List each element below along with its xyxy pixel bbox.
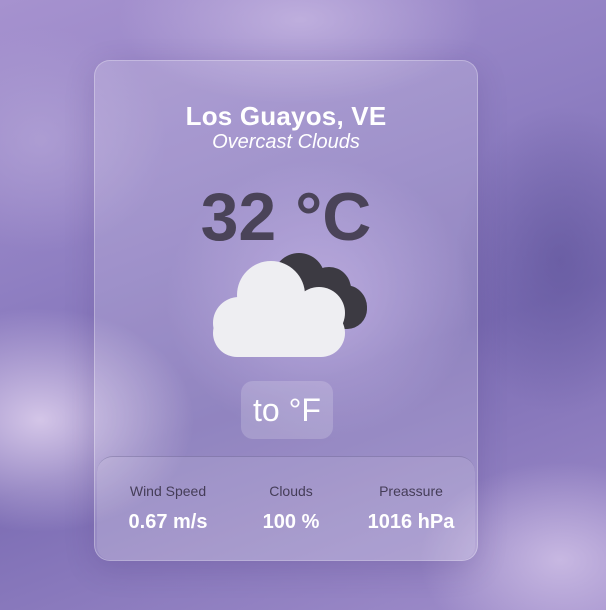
stat-pressure: Preassure 1016 hPa bbox=[348, 483, 474, 534]
weather-description: Overcast Clouds bbox=[212, 131, 360, 153]
stat-value: 100 % bbox=[262, 511, 320, 533]
location-title: Los Guayos, VE bbox=[185, 101, 387, 131]
stat-value: 1016 hPa bbox=[367, 511, 455, 533]
unit-toggle-button[interactable]: to °F bbox=[241, 381, 333, 439]
weather-card: Los Guayos, VE Overcast Clouds 32 °C to … bbox=[94, 60, 478, 561]
stat-value: 0.67 m/s bbox=[128, 511, 208, 533]
stat-clouds: Clouds 100 % bbox=[228, 483, 354, 534]
stat-wind-speed: Wind Speed 0.67 m/s bbox=[105, 483, 231, 534]
stat-label: Preassure bbox=[379, 483, 443, 499]
stats-panel: Wind Speed 0.67 m/s Clouds 100 % Preassu… bbox=[97, 456, 475, 560]
stat-label: Clouds bbox=[269, 483, 313, 499]
temperature-readout: 32 °C bbox=[200, 179, 372, 255]
stat-label: Wind Speed bbox=[129, 483, 207, 499]
overcast-clouds-icon bbox=[213, 253, 367, 357]
